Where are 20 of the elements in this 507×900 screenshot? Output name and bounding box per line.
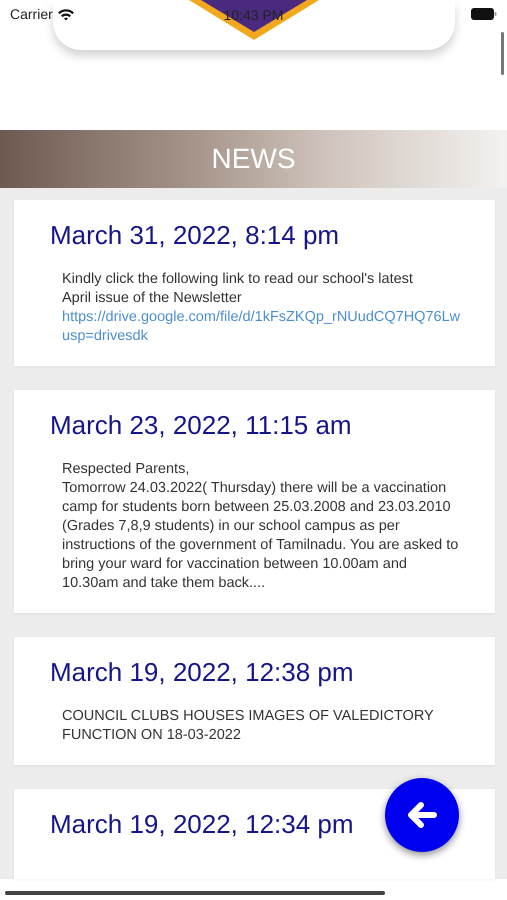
news-text: Tomorrow 24.03.2022( Thursday) there will be a vaccination camp for students born between 25.03.2008 and 23.03.2010 (Grades 7,8,9 students) in our school campus as per instructions of the government of Tamilnadu. You are asked to bring your ward for vaccination between 10.00am and 10.30am and take them back....	[61, 479, 460, 593]
news-date: March 19, 2022, 12:34 pm	[50, 809, 354, 839]
news-text: Kindly click the following link to read our school's latest	[61, 270, 414, 289]
news-card[interactable]: March 19, 2022, 12:38 pm COUNCIL CLUBS HOUSES IMAGES OF VALEDICTORY FUNCTION ON 18-03-2022	[14, 637, 495, 765]
clock-time: 10:43 PM	[224, 6, 284, 25]
banner-title: NEWS	[212, 142, 296, 176]
news-text: Respected Parents,	[61, 460, 190, 479]
scroll-indicator	[501, 32, 504, 75]
news-text: COUNCIL CLUBS HOUSES IMAGES OF VALEDICTORY FUNCTION ON 18-03-2022	[61, 707, 434, 745]
news-date: March 31, 2022, 8:14 pm	[50, 220, 340, 250]
news-card[interactable]: March 19, 2022, 12:34 pm	[14, 789, 495, 879]
news-text: April issue of the Newsletter	[61, 289, 243, 308]
news-date: March 19, 2022, 12:38 pm	[50, 657, 354, 687]
news-card[interactable]	[14, 390, 495, 613]
battery-icon	[471, 8, 497, 20]
news-card[interactable]: March 31, 2022, 8:14 pm Kindly click the following link to read our school's latest April issue of the Newsletter https://drive.google.com/file/d/1kFsZKQp_rNUudCQ7HQ76Lw usp=drivesdk	[14, 200, 495, 366]
back-arrow-icon	[407, 802, 437, 828]
news-date: March 23, 2022, 11:15 am	[50, 410, 352, 440]
carrier-label: Carrier	[10, 4, 53, 24]
wifi-icon	[56, 8, 75, 20]
